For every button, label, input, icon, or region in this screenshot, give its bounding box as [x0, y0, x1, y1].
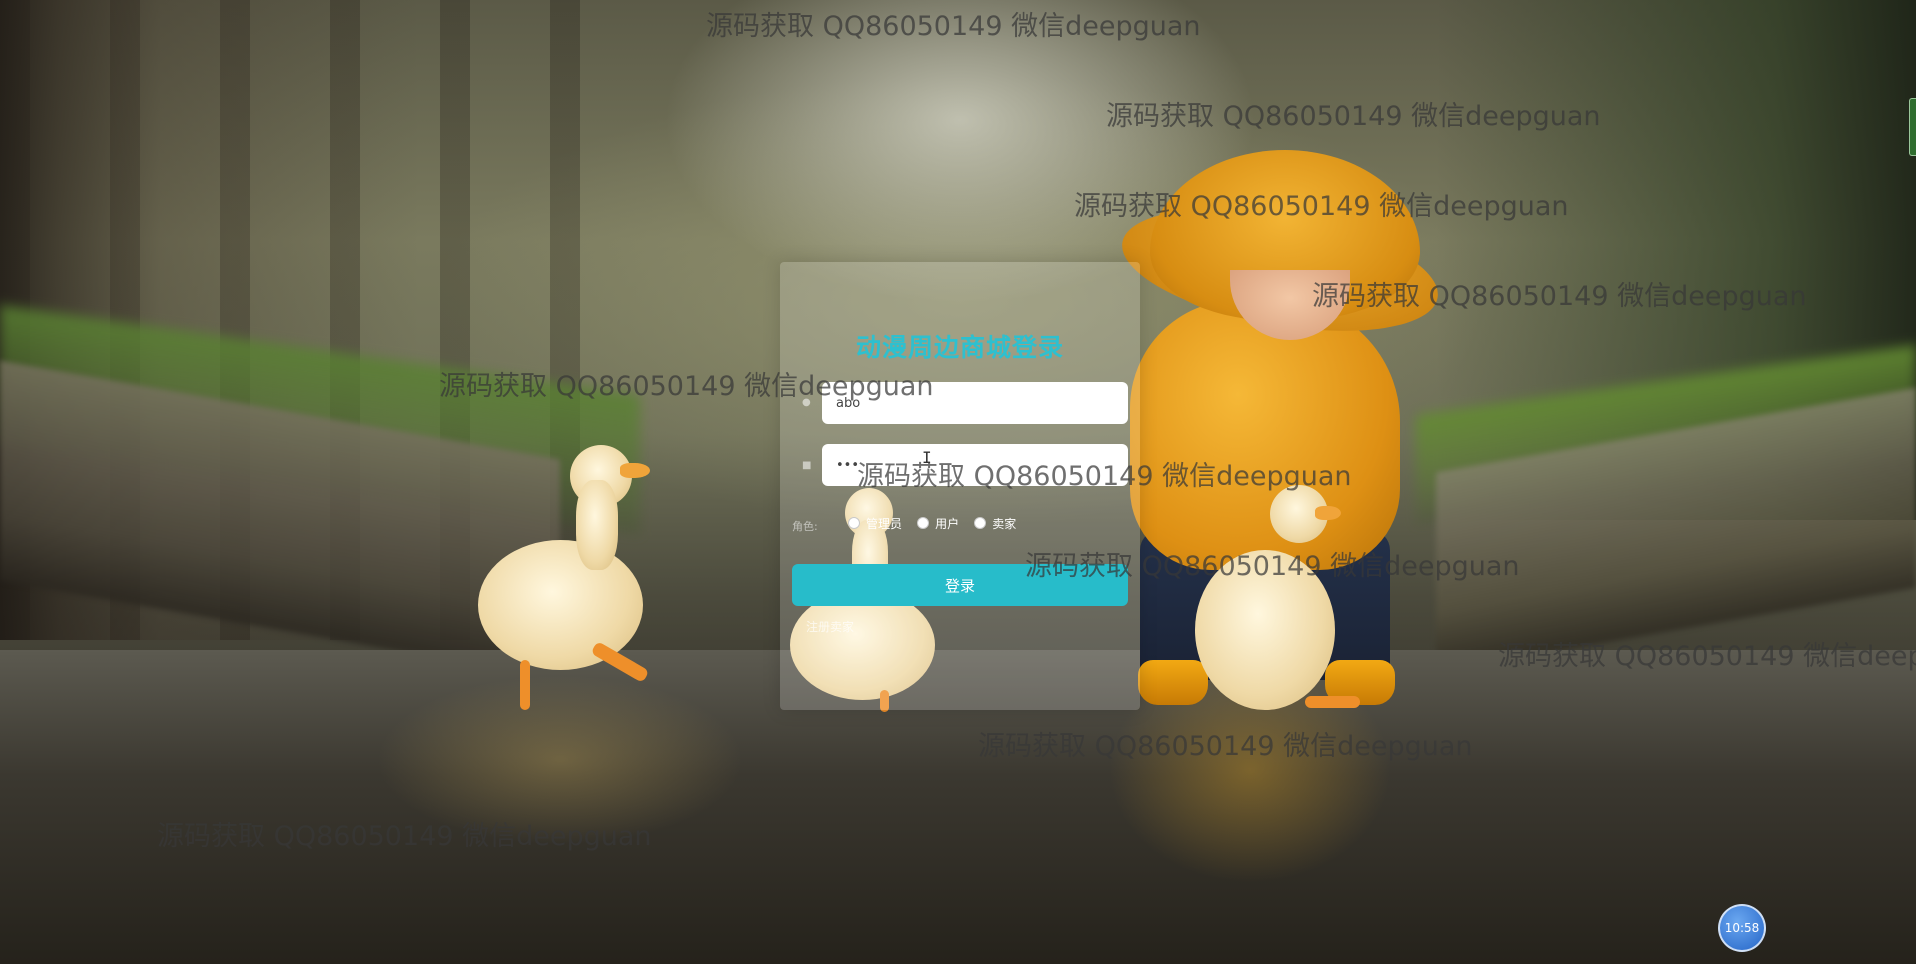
login-title: 动漫周边商城登录 — [855, 333, 1064, 362]
radio-circle-icon[interactable] — [848, 517, 860, 529]
role-label: 角色: — [792, 520, 818, 533]
duckling-right-body — [1195, 550, 1335, 710]
role-option-user[interactable]: 用户 — [917, 515, 959, 532]
login-button[interactable]: 登录 — [792, 564, 1128, 606]
side-widget-tab[interactable] — [1909, 98, 1916, 156]
duckling-left-beak — [620, 463, 650, 478]
role-option-label: 用户 — [935, 516, 960, 531]
clock-badge[interactable]: 10:58 — [1718, 904, 1766, 952]
text-cursor-icon: I — [922, 448, 932, 467]
role-radio-group: 管理员 用户 卖家 — [848, 514, 1026, 534]
user-icon: ● — [802, 397, 811, 408]
child-raincoat — [1130, 300, 1400, 570]
duckling-left-body — [478, 540, 643, 670]
radio-circle-icon[interactable] — [974, 517, 987, 529]
role-option-admin[interactable]: 管理员 — [848, 515, 902, 532]
duckling-right-beak — [1315, 506, 1341, 520]
role-option-label: 卖家 — [992, 516, 1017, 531]
radio-circle-icon[interactable] — [917, 517, 930, 529]
duckling-left-leg — [520, 660, 530, 710]
login-page: 动漫周边商城登录 ● ■ 角色: 管理员 用户 卖家 登录 注册卖家 I 源码获… — [0, 0, 1916, 964]
register-seller-link[interactable]: 注册卖家 — [806, 618, 854, 635]
role-option-seller[interactable]: 卖家 — [974, 515, 1016, 532]
role-option-label: 管理员 — [866, 516, 903, 531]
child-boot-left — [1138, 660, 1208, 705]
login-card: 动漫周边商城登录 ● ■ 角色: 管理员 用户 卖家 登录 注册卖家 — [780, 262, 1140, 710]
username-input[interactable] — [822, 382, 1128, 424]
duckling-right-foot — [1305, 696, 1360, 708]
duckling-left-neck — [576, 480, 618, 570]
lock-icon: ■ — [802, 460, 812, 471]
password-input[interactable] — [822, 444, 1128, 486]
